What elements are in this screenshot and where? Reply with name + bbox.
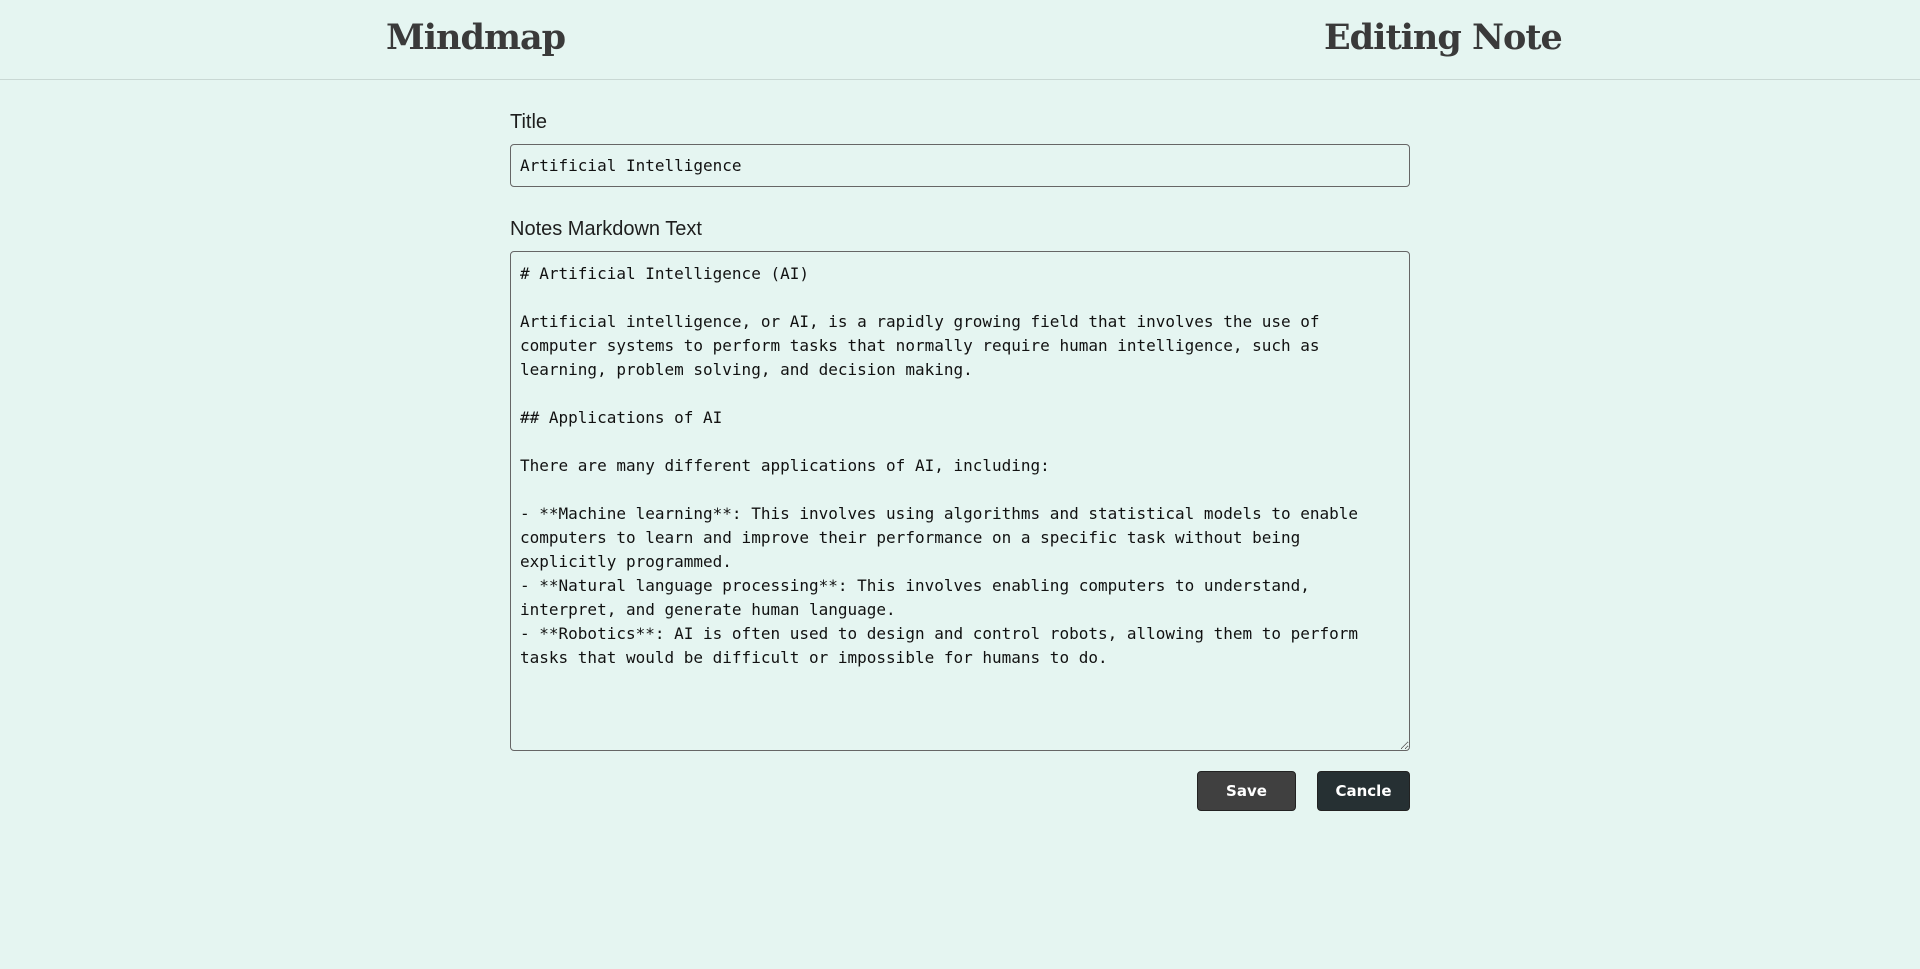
save-button[interactable]: Save: [1197, 771, 1296, 811]
page-title: Editing Note: [1324, 17, 1563, 58]
edit-note-form: Title Notes Markdown Text # Artificial I…: [510, 80, 1410, 811]
app-header: Mindmap Editing Note: [0, 0, 1920, 80]
title-label: Title: [510, 111, 548, 133]
brand-logo-text[interactable]: Mindmap: [386, 16, 566, 60]
notes-label: Notes Markdown Text: [510, 218, 702, 240]
form-actions: Save Cancle: [510, 771, 1410, 811]
title-input[interactable]: [510, 144, 1410, 187]
notes-textarea[interactable]: # Artificial Intelligence (AI) Artificia…: [510, 251, 1410, 751]
cancel-button[interactable]: Cancle: [1317, 771, 1410, 811]
